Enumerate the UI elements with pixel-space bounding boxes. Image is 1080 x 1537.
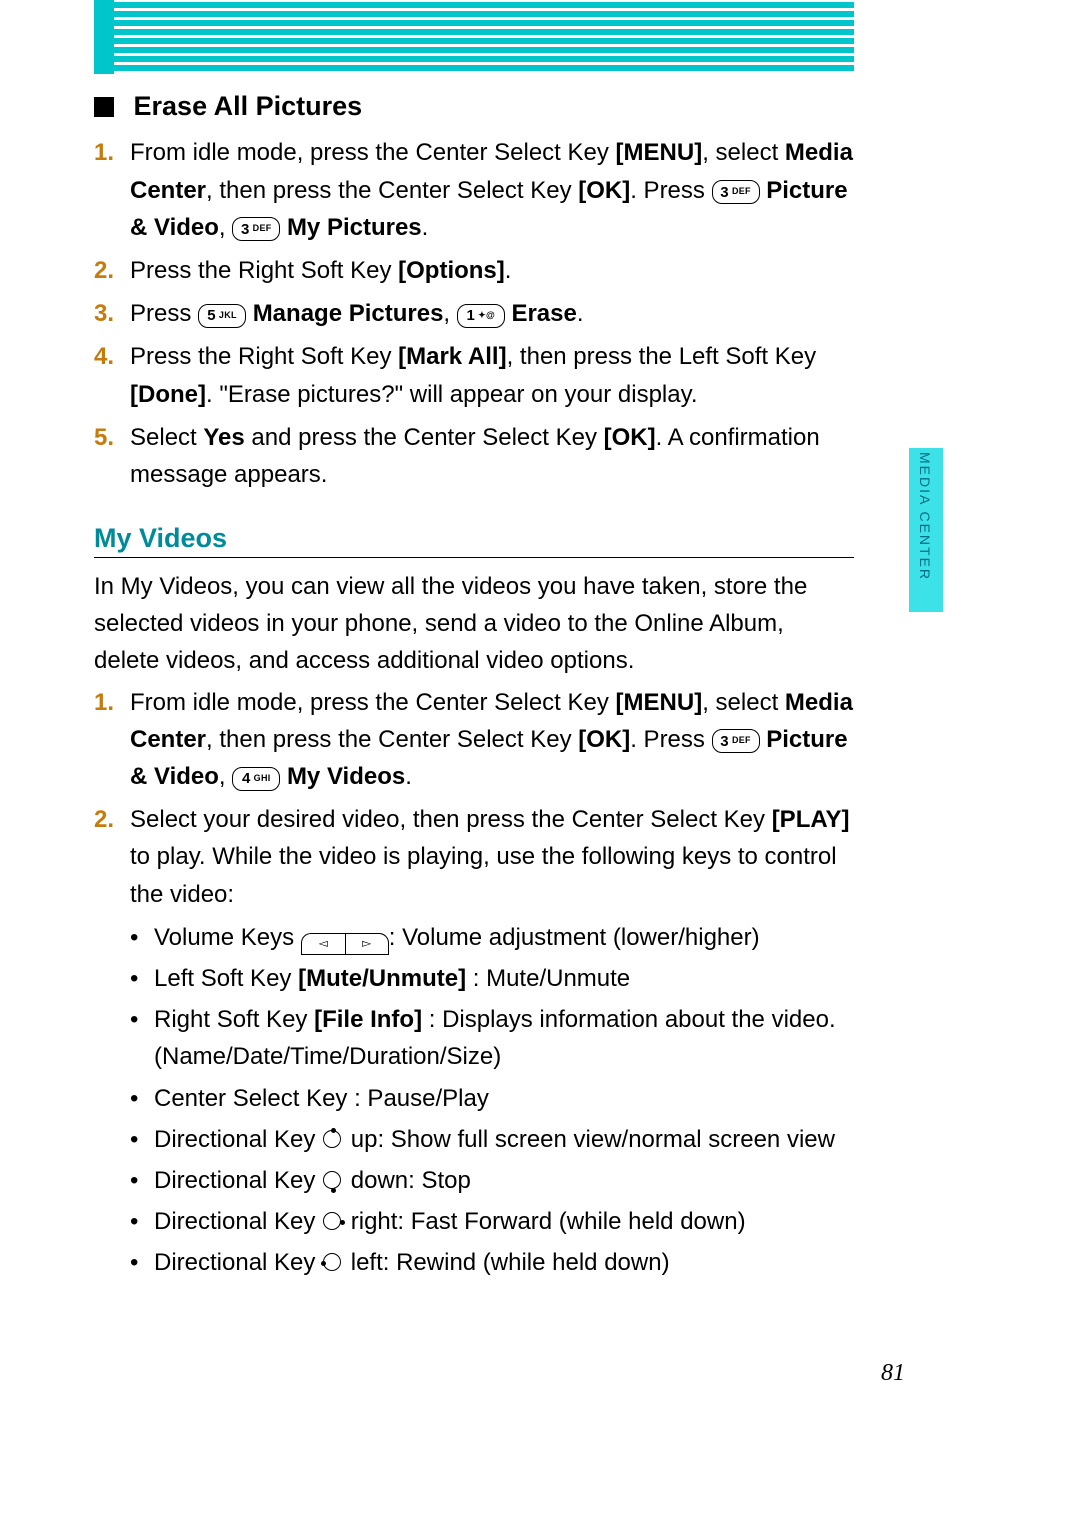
step-number: 1. — [94, 134, 114, 171]
heading-erase-all-text: Erase All Pictures — [134, 91, 363, 121]
bold-text: [Options] — [398, 257, 505, 284]
bold-text: Yes — [203, 424, 244, 451]
bullet-item: Center Select Key : Pause/Play — [94, 1080, 854, 1117]
step-number: 4. — [94, 338, 114, 375]
bullet-item: Directional Key up: Show full screen vie… — [94, 1121, 854, 1158]
phone-key-icon: 5JKL — [198, 304, 246, 328]
page-content: Erase All Pictures 1.From idle mode, pre… — [94, 90, 854, 1285]
heading-erase-all: Erase All Pictures — [94, 90, 854, 122]
bullet-item: Directional Key right: Fast Forward (whi… — [94, 1203, 854, 1240]
top-decor: // draw 8 thin horizontal bars with gaps… — [94, 0, 854, 60]
bold-text: My Pictures — [287, 214, 422, 241]
step-number: 3. — [94, 295, 114, 332]
bullet-item: Right Soft Key [File Info] : Displays in… — [94, 1001, 854, 1075]
videos-steps-list: 1.From idle mode, press the Center Selec… — [94, 684, 854, 913]
my-videos-intro: In My Videos, you can view all the video… — [94, 568, 854, 680]
step-item: 2.Select your desired video, then press … — [94, 801, 854, 913]
step-item: 4.Press the Right Soft Key [Mark All], t… — [94, 338, 854, 412]
erase-steps-list: 1.From idle mode, press the Center Selec… — [94, 134, 854, 493]
step-item: 1.From idle mode, press the Center Selec… — [94, 134, 854, 246]
step-number: 5. — [94, 419, 114, 456]
bullet-item: Directional Key down: Stop — [94, 1162, 854, 1199]
step-item: 2.Press the Right Soft Key [Options]. — [94, 252, 854, 289]
bullet-item: Directional Key left: Rewind (while held… — [94, 1244, 854, 1281]
step-item: 1.From idle mode, press the Center Selec… — [94, 684, 854, 796]
heading-my-videos: My Videos — [94, 523, 854, 558]
page-number: 81 — [881, 1360, 905, 1387]
bullet-item: Volume Keys : Volume adjustment (lower/h… — [94, 919, 854, 956]
bold-text: [Mute/Unmute] — [298, 965, 466, 992]
phone-key-icon: 3DEF — [232, 217, 280, 241]
phone-key-icon: 1✦@ — [457, 304, 505, 328]
volume-keys-icon — [301, 933, 389, 955]
bold-text: [MENU] — [616, 139, 703, 166]
bold-text: [OK] — [578, 726, 630, 753]
step-number: 2. — [94, 252, 114, 289]
phone-key-icon: 3DEF — [712, 729, 760, 753]
bold-text: [File Info] — [314, 1006, 422, 1033]
section-tab: MEDIA CENTER — [909, 448, 943, 612]
step-number: 1. — [94, 684, 114, 721]
bullet-item: Left Soft Key [Mute/Unmute] : Mute/Unmut… — [94, 960, 854, 997]
bold-text: Manage Pictures — [253, 300, 444, 327]
phone-key-icon: 4GHI — [232, 767, 280, 791]
bold-text: Erase — [511, 300, 576, 327]
bold-text: My Videos — [287, 763, 405, 790]
document-page: // draw 8 thin horizontal bars with gaps… — [0, 0, 1080, 1537]
directional-key-up-icon — [322, 1129, 344, 1151]
videos-bullets-list: Volume Keys : Volume adjustment (lower/h… — [94, 919, 854, 1282]
bold-text: [Mark All] — [398, 343, 506, 370]
step-item: 3.Press 5JKL Manage Pictures, 1✦@ Erase. — [94, 295, 854, 332]
bold-text: [Done] — [130, 381, 206, 408]
bold-text: [OK] — [604, 424, 656, 451]
directional-key-down-icon — [322, 1170, 344, 1192]
directional-key-left-icon — [322, 1252, 344, 1274]
section-tab-label: MEDIA CENTER — [917, 452, 933, 581]
bold-text: [OK] — [578, 177, 630, 204]
step-number: 2. — [94, 801, 114, 838]
phone-key-icon: 3DEF — [712, 180, 760, 204]
bold-text: [MENU] — [616, 689, 703, 716]
square-bullet-icon — [94, 97, 114, 117]
bold-text: [PLAY] — [772, 806, 850, 833]
directional-key-right-icon — [322, 1211, 344, 1233]
step-item: 5.Select Yes and press the Center Select… — [94, 419, 854, 493]
